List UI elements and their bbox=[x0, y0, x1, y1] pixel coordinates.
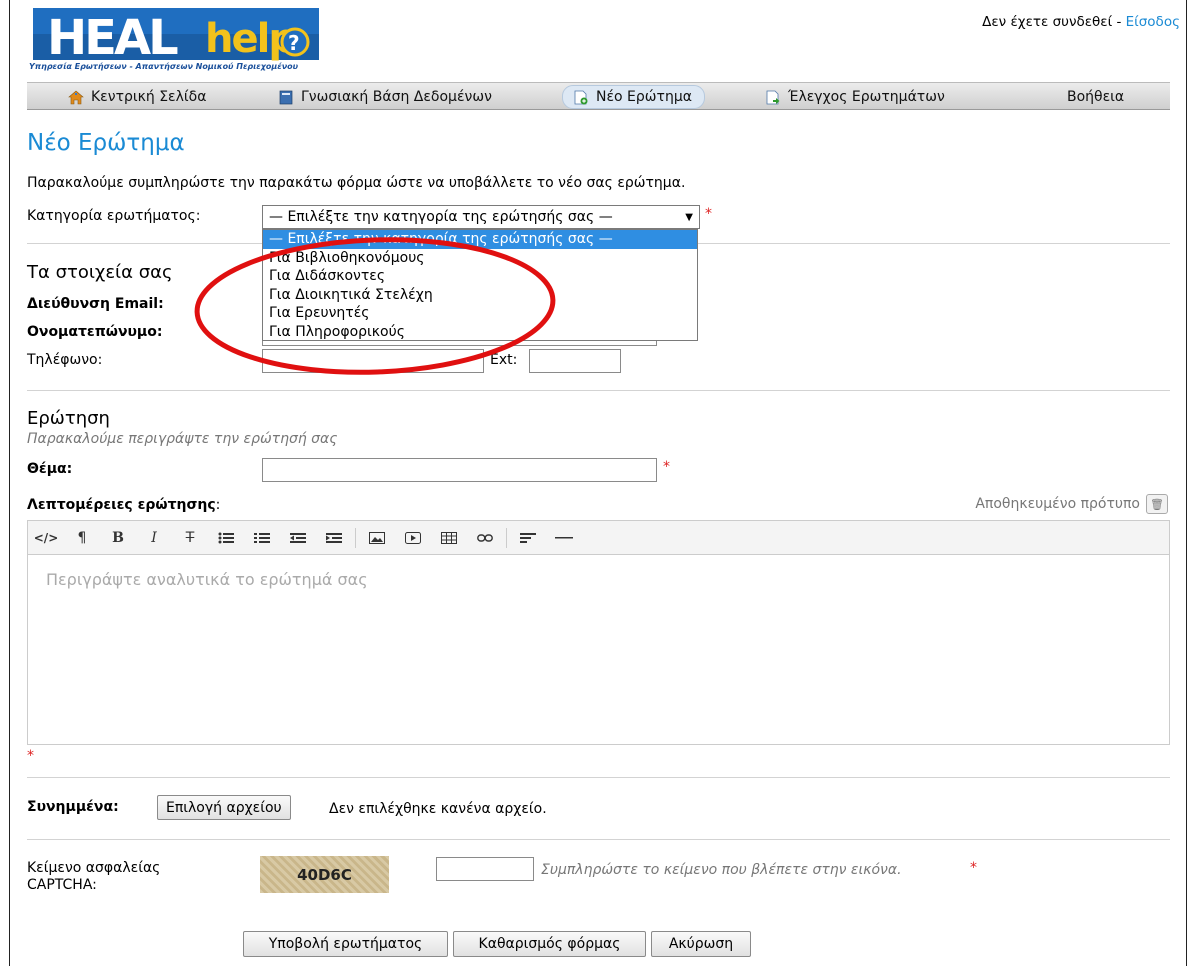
captcha-image: 40D6C bbox=[260, 856, 389, 893]
saved-template-label: Αποθηκευμένο πρότυπο bbox=[975, 496, 1140, 512]
align-icon[interactable] bbox=[510, 521, 546, 554]
editor-toolbar: </> ¶ B I T bbox=[27, 520, 1170, 555]
category-select[interactable]: — Επιλέξτε την κατηγορία της ερώτησής σα… bbox=[262, 205, 700, 229]
details-label: Λεπτομέρειες ερώτησης: bbox=[27, 497, 220, 513]
heal-help-logo[interactable]: HEAL help ? Υπηρεσία Ερωτήσεων - Απαντήσ… bbox=[27, 2, 327, 80]
question-heading: Ερώτηση bbox=[27, 408, 110, 429]
login-status: Δεν έχετε συνδεθεί - Είσοδος bbox=[982, 14, 1180, 30]
details-label-colon: : bbox=[215, 497, 221, 513]
toolbar-separator bbox=[506, 527, 507, 548]
code-view-icon[interactable]: </> bbox=[28, 521, 64, 554]
subject-required-mark: * bbox=[663, 459, 670, 475]
italic-icon[interactable]: I bbox=[136, 521, 172, 554]
table-icon[interactable] bbox=[431, 521, 467, 554]
cancel-button[interactable]: Ακύρωση bbox=[651, 931, 751, 957]
annotation-circle bbox=[194, 237, 556, 375]
strikethrough-icon[interactable]: T bbox=[172, 521, 208, 554]
attachment-status: Δεν επιλέχθηκε κανένα αρχείο. bbox=[329, 801, 547, 817]
nav-check-ticket-label: Έλεγχος Ερωτημάτων bbox=[788, 89, 945, 105]
details-label-text: Λεπτομέρειες ερώτησης bbox=[27, 497, 216, 513]
editor-placeholder: Περιγράψτε αναλυτικά το ερώτημά σας bbox=[46, 570, 368, 589]
nav-new-ticket-label: Νέο Ερώτημα bbox=[596, 89, 692, 105]
nav-knowledge-base-label: Γνωσιακή Βάση Δεδομένων bbox=[301, 89, 492, 105]
submit-button[interactable]: Υποβολή ερωτήματος bbox=[243, 931, 448, 957]
nav-help-label: Βοήθεια bbox=[1067, 89, 1125, 105]
contact-heading: Τα στοιχεία σας bbox=[27, 262, 173, 283]
captcha-label-line1: Κείμενο ασφαλείας bbox=[27, 860, 161, 876]
indent-icon[interactable] bbox=[316, 521, 352, 554]
category-label: Κατηγορία ερωτήματος: bbox=[27, 208, 201, 224]
unordered-list-icon[interactable] bbox=[208, 521, 244, 554]
name-label: Ονοματεπώνυμο: bbox=[27, 324, 163, 340]
captcha-hint: Συμπληρώστε το κείμενο που βλέπετε στην … bbox=[541, 862, 902, 878]
login-status-text: Δεν έχετε συνδεθεί - bbox=[982, 14, 1126, 30]
new-ticket-icon bbox=[574, 90, 588, 104]
captcha-image-text: 40D6C bbox=[297, 865, 352, 884]
nav-knowledge-base[interactable]: Γνωσιακή Βάση Δεδομένων bbox=[278, 86, 492, 108]
check-ticket-icon bbox=[766, 90, 780, 104]
nav-home[interactable]: Κεντρική Σελίδα bbox=[68, 86, 206, 108]
nav-home-label: Κεντρική Σελίδα bbox=[91, 89, 207, 105]
phone-label: Τηλέφωνο: bbox=[27, 352, 103, 368]
paragraph-icon[interactable]: ¶ bbox=[64, 521, 100, 554]
link-icon[interactable] bbox=[467, 521, 503, 554]
chevron-down-icon: ▼ bbox=[685, 211, 693, 223]
captcha-input[interactable] bbox=[436, 857, 534, 881]
logo-subtitle: Υπηρεσία Ερωτήσεων - Απαντήσεων Νομικού … bbox=[29, 62, 299, 71]
horizontal-rule-icon[interactable] bbox=[546, 521, 582, 554]
divider-2 bbox=[27, 390, 1170, 391]
email-label: Διεύθυνση Email: bbox=[27, 296, 164, 312]
details-required-mark: * bbox=[27, 748, 34, 764]
video-icon[interactable] bbox=[395, 521, 431, 554]
nav-help[interactable]: Βοήθεια bbox=[1067, 86, 1124, 108]
page-title: Νέο Ερώτημα bbox=[27, 130, 185, 156]
svg-text:HEAL: HEAL bbox=[47, 10, 178, 66]
attachments-label: Συνημμένα: bbox=[27, 799, 119, 815]
choose-file-button[interactable]: Επιλογή αρχείου bbox=[157, 795, 291, 820]
question-hint: Παρακαλούμε περιγράψτε την ερώτησή σας bbox=[27, 431, 338, 447]
subject-field[interactable] bbox=[262, 458, 657, 482]
page-frame bbox=[9, 0, 1187, 966]
captcha-label: Κείμενο ασφαλείας CAPTCHA: bbox=[27, 860, 160, 894]
captcha-required-mark: * bbox=[970, 860, 977, 876]
captcha-label-line2: CAPTCHA: bbox=[27, 877, 97, 893]
reset-button[interactable]: Καθαρισμός φόρμας bbox=[453, 931, 646, 957]
svg-text:?: ? bbox=[288, 31, 300, 55]
home-icon bbox=[68, 90, 84, 104]
divider-4 bbox=[27, 839, 1170, 840]
category-required-mark: * bbox=[705, 206, 712, 222]
login-link[interactable]: Είσοδος bbox=[1126, 14, 1180, 30]
image-icon[interactable] bbox=[359, 521, 395, 554]
bold-icon[interactable]: B bbox=[100, 521, 136, 554]
outdent-icon[interactable] bbox=[280, 521, 316, 554]
page-intro: Παρακαλούμε συμπληρώστε την παρακάτω φόρ… bbox=[27, 175, 686, 191]
main-nav: Κεντρική Σελίδα Γνωσιακή Βάση Δεδομένων … bbox=[27, 82, 1170, 110]
toolbar-separator bbox=[355, 527, 356, 548]
category-selected-value: — Επιλέξτε την κατηγορία της ερώτησής σα… bbox=[269, 209, 613, 225]
subject-label: Θέμα: bbox=[27, 461, 73, 477]
nav-check-ticket[interactable]: Έλεγχος Ερωτημάτων bbox=[765, 86, 945, 108]
knowledge-base-icon bbox=[279, 90, 293, 104]
ordered-list-icon[interactable] bbox=[244, 521, 280, 554]
saved-template: Αποθηκευμένο πρότυπο 🗑 bbox=[975, 494, 1168, 514]
trash-icon[interactable]: 🗑 bbox=[1146, 494, 1168, 514]
divider-3 bbox=[27, 777, 1170, 778]
nav-new-ticket[interactable]: Νέο Ερώτημα bbox=[562, 85, 705, 109]
